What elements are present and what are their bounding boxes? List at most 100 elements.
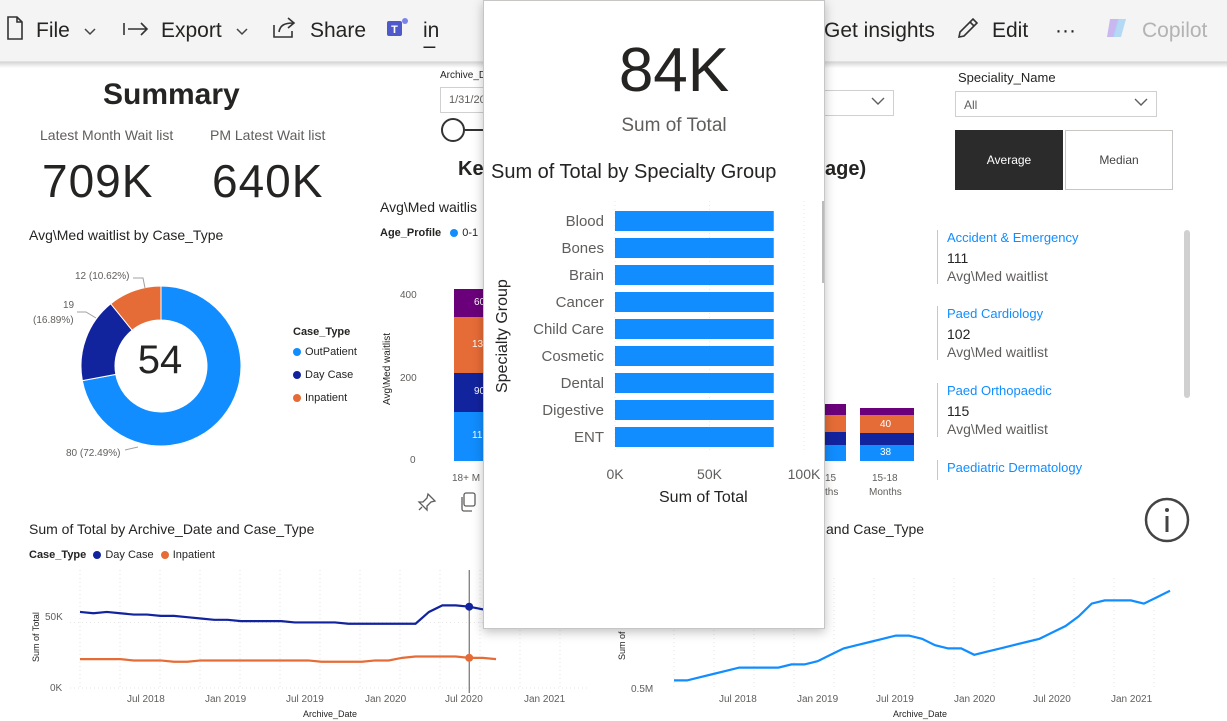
more-label: ···	[1055, 19, 1076, 42]
donut-label-daycase-pct: (16.89%)	[33, 315, 74, 326]
pencil-icon	[956, 16, 980, 46]
specialty-name[interactable]: Accident & Emergency	[947, 230, 1177, 245]
age-bar-segment[interactable]	[825, 415, 846, 432]
popup-bar-bones[interactable]	[615, 238, 774, 258]
line-left-xlabel: Archive_Date	[303, 709, 358, 719]
popup-bar-dental[interactable]	[615, 373, 774, 393]
line-right-xtick: Jan 2019	[797, 694, 839, 705]
teams-icon: T	[385, 16, 411, 46]
age-bar-label: 13	[472, 339, 484, 350]
file-icon	[6, 16, 24, 46]
age-bar-segment[interactable]	[860, 433, 914, 445]
get-insights-button[interactable]: Get insights	[824, 14, 935, 48]
file-menu[interactable]: File	[6, 14, 96, 48]
popup-bar-brain[interactable]	[615, 265, 774, 285]
legend-dot	[450, 229, 459, 238]
speciality-slicer-label: Speciality_Name	[958, 70, 1056, 85]
age-bar-segment[interactable]	[825, 432, 846, 445]
line-left-xtick: Jan 2021	[524, 694, 566, 705]
specialty-name[interactable]: Paediatric Dermatology	[947, 460, 1177, 475]
line-right-xtick: Jan 2020	[954, 694, 996, 705]
donut-label-inpatient: 12 (10.62%)	[75, 271, 130, 282]
list-item[interactable]: Paed Cardiology 102 Avg\Med waitlist	[937, 306, 1177, 360]
legend-item-inpatient: Inpatient	[293, 392, 347, 404]
specialty-sub: Avg\Med waitlist	[947, 421, 1048, 437]
donut-legend-title: Case_Type	[293, 326, 351, 338]
copilot-button[interactable]: Copilot	[1104, 14, 1207, 48]
legend-dot	[293, 394, 301, 403]
edit-label: Edit	[992, 19, 1029, 42]
latest-month-value: 709K	[42, 155, 154, 207]
legend-item-daycase: Day Case	[293, 369, 353, 381]
age-ytick: 0	[410, 455, 416, 466]
specialty-list-scrollbar[interactable]	[1184, 230, 1190, 398]
date-slider-track	[465, 129, 485, 131]
median-label: Median	[1099, 153, 1139, 167]
chat-in-teams-button[interactable]: T Chat in Teams	[385, 14, 485, 48]
median-button[interactable]: Median	[1065, 130, 1173, 190]
popup-bar-cancer[interactable]	[615, 292, 774, 312]
line-right-xtick: Jul 2020	[1033, 694, 1071, 705]
more-options-button[interactable]: ···	[1055, 14, 1076, 48]
specialty-list[interactable]: Accident & Emergency 111 Avg\Med waitlis…	[937, 230, 1187, 485]
popup-bar-cosmetic[interactable]	[615, 346, 774, 366]
popup-bar-digestive[interactable]	[615, 400, 774, 420]
popup-bar-child-care[interactable]	[615, 319, 774, 339]
line-right-xtick: Jan 2021	[1111, 694, 1153, 705]
list-item[interactable]: Paediatric Dermatology	[937, 460, 1177, 480]
copilot-label: Copilot	[1142, 19, 1208, 42]
age-legend: Age_Profile 0-1	[380, 227, 478, 239]
average-button[interactable]: Average	[955, 130, 1063, 190]
line-left-series	[79, 602, 497, 663]
list-item[interactable]: Accident & Emergency 111 Avg\Med waitlis…	[937, 230, 1177, 284]
chevron-down-icon	[84, 23, 96, 39]
series-line-day-case	[79, 604, 497, 625]
popup-kpi-value: 84K	[618, 36, 730, 105]
pin-icon[interactable]	[417, 492, 437, 517]
export-menu[interactable]: Export	[123, 14, 248, 48]
popup-category-label: Dental	[561, 375, 604, 392]
age-xtick: Months	[869, 487, 902, 498]
age-legend-first: 0-1	[462, 227, 479, 239]
popup-bar-blood[interactable]	[615, 211, 774, 231]
share-icon	[272, 17, 298, 45]
date-slider-handle[interactable]	[441, 118, 465, 142]
age-bar-segment[interactable]	[825, 404, 846, 415]
specialty-value: 102	[947, 326, 971, 342]
popup-bar-ent[interactable]	[615, 427, 774, 447]
popup-chart-title: Sum of Total by Specialty Group	[491, 161, 777, 183]
line-left-xtick: Jul 2020	[445, 694, 483, 705]
specialty-name[interactable]: Paed Orthopaedic	[947, 383, 1177, 398]
share-button[interactable]: Share	[272, 14, 366, 48]
info-icon[interactable]	[1144, 497, 1190, 548]
popup-category-label: Brain	[569, 267, 604, 284]
archive-date-slicer-label: Archive_D	[440, 70, 487, 81]
age-bar-label: 40	[880, 419, 892, 430]
slicer-dropdown-partial[interactable]	[822, 90, 894, 116]
list-item[interactable]: Paed Orthopaedic 115 Avg\Med waitlist	[937, 383, 1177, 437]
line-left-xtick: Jan 2019	[205, 694, 247, 705]
chat-label: Chat in Teams	[423, 14, 485, 48]
popup-xtick: 50K	[697, 466, 723, 482]
age-bar-segment[interactable]	[860, 408, 914, 415]
copy-icon[interactable]	[459, 492, 477, 517]
specialty-name[interactable]: Paed Cardiology	[947, 306, 1177, 321]
popup-scrollbar[interactable]	[822, 201, 824, 283]
edit-button[interactable]: Edit	[956, 14, 1028, 48]
age-xtick: 18+ M	[452, 473, 481, 484]
legend-label: Inpatient	[305, 392, 348, 404]
speciality-dropdown[interactable]: All	[955, 91, 1157, 117]
popup-kpi-label: Sum of Total	[621, 115, 727, 136]
popup-category-label: Child Care	[533, 321, 604, 338]
hover-point	[465, 653, 474, 662]
svg-text:T: T	[391, 24, 398, 36]
age-ytick: 400	[400, 290, 417, 301]
age-chart-title: Avg\Med waitlis	[380, 199, 478, 215]
popup-bar-chart: Blood Bones Brain Cancer Child Care Cosmetic D…	[533, 201, 821, 482]
latest-month-label: Latest Month Wait list	[40, 127, 174, 143]
age-bar-segment[interactable]	[825, 445, 846, 461]
legend-dot	[293, 348, 301, 357]
hover-point	[465, 602, 474, 611]
popup-category-label: Blood	[566, 213, 604, 230]
file-label: File	[36, 19, 70, 42]
